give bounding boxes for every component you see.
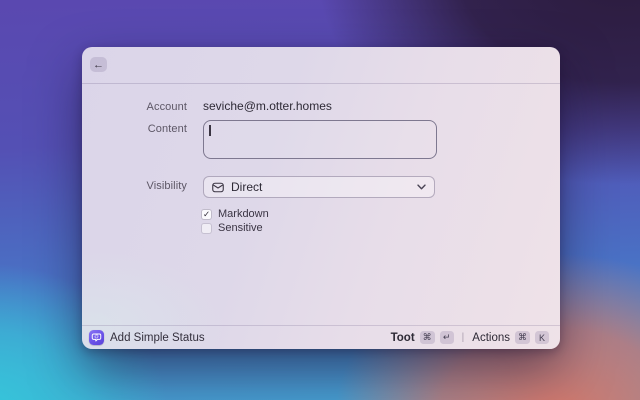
chat-bubble-app-icon: @ bbox=[89, 330, 104, 345]
toot-action-button[interactable]: Toot bbox=[391, 332, 415, 344]
window-header: ← bbox=[82, 47, 560, 84]
command-key-icon: ⌘ bbox=[419, 331, 435, 344]
svg-text:@: @ bbox=[94, 334, 98, 339]
return-key-icon: ↵ bbox=[439, 331, 454, 344]
account-label: Account bbox=[146, 101, 187, 113]
sensitive-checkbox[interactable] bbox=[201, 222, 212, 234]
account-value: seviche@m.otter.homes bbox=[203, 99, 332, 113]
markdown-checkbox-row[interactable]: ✓ Markdown bbox=[201, 208, 269, 220]
command-key-icon: ⌘ bbox=[515, 331, 530, 344]
compose-status-window: ← Account seviche@m.otter.homes Content … bbox=[82, 47, 560, 349]
footer-command-title: Add Simple Status bbox=[110, 331, 205, 344]
text-cursor bbox=[209, 125, 211, 136]
footer-app-info: @ Add Simple Status bbox=[82, 330, 391, 345]
checkmark-icon: ✓ bbox=[202, 208, 211, 219]
visibility-selected-value: Direct bbox=[231, 180, 263, 194]
content-label: Content bbox=[147, 123, 187, 135]
markdown-checkbox[interactable]: ✓ bbox=[201, 208, 212, 220]
footer-actions-divider: | bbox=[461, 332, 465, 343]
envelope-icon bbox=[212, 182, 224, 193]
footer-actions: Toot ⌘ ↵ | Actions ⌘ K bbox=[391, 331, 560, 344]
k-key-icon: K bbox=[535, 331, 549, 344]
markdown-checkbox-label: Markdown bbox=[218, 208, 269, 220]
sensitive-checkbox-label: Sensitive bbox=[218, 222, 263, 234]
window-footer: @ Add Simple Status Toot ⌘ ↵ | Actions ⌘… bbox=[82, 325, 560, 349]
sensitive-checkbox-row[interactable]: Sensitive bbox=[201, 222, 263, 234]
content-textarea[interactable] bbox=[203, 120, 437, 159]
back-button[interactable]: ← bbox=[90, 57, 107, 72]
visibility-dropdown[interactable]: Direct bbox=[203, 176, 435, 198]
chevron-down-icon bbox=[417, 184, 426, 190]
visibility-label: Visibility bbox=[146, 180, 187, 192]
back-arrow-icon: ← bbox=[93, 58, 104, 71]
actions-menu-button[interactable]: Actions bbox=[472, 332, 510, 344]
